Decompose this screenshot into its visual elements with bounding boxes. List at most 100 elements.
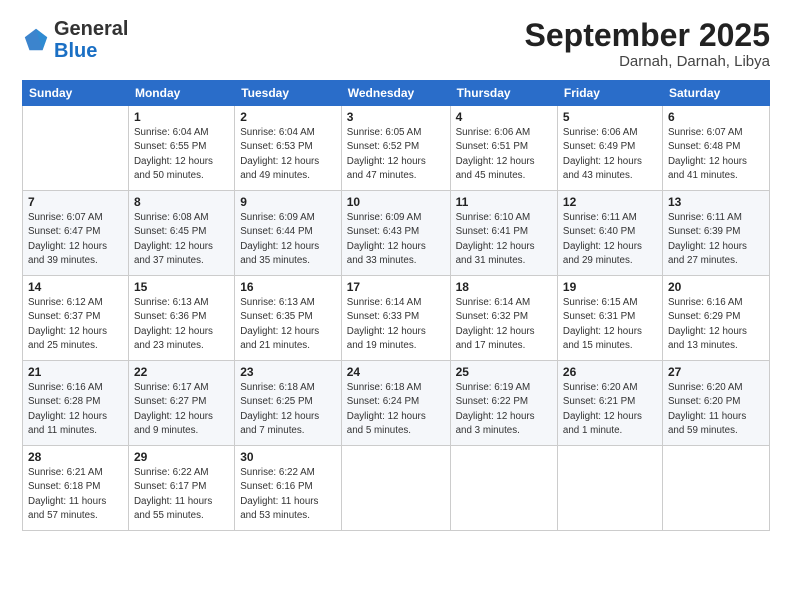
calendar-cell: 15 Sunrise: 6:13 AMSunset: 6:36 PMDayligh…: [128, 276, 234, 361]
day-info: Sunrise: 6:15 AMSunset: 6:31 PMDaylight:…: [563, 296, 657, 353]
calendar-cell: [341, 446, 450, 531]
day-info: Sunrise: 6:10 AMSunset: 6:41 PMDaylight:…: [456, 211, 552, 268]
day-number: 1: [134, 110, 229, 124]
day-number: 8: [134, 195, 229, 209]
day-number: 16: [240, 280, 336, 294]
day-info: Sunrise: 6:08 AMSunset: 6:45 PMDaylight:…: [134, 211, 229, 268]
weekday-header-thursday: Thursday: [450, 81, 557, 106]
day-number: 11: [456, 195, 552, 209]
day-info: Sunrise: 6:20 AMSunset: 6:20 PMDaylight:…: [668, 381, 764, 438]
calendar-cell: 8 Sunrise: 6:08 AMSunset: 6:45 PMDaylight…: [128, 191, 234, 276]
weekday-header-tuesday: Tuesday: [235, 81, 342, 106]
page: General Blue September 2025 Darnah, Darn…: [0, 0, 792, 612]
calendar-cell: 21 Sunrise: 6:16 AMSunset: 6:28 PMDayligh…: [23, 361, 129, 446]
day-info: Sunrise: 6:09 AMSunset: 6:44 PMDaylight:…: [240, 211, 336, 268]
day-number: 24: [347, 365, 445, 379]
day-info: Sunrise: 6:13 AMSunset: 6:36 PMDaylight:…: [134, 296, 229, 353]
day-info: Sunrise: 6:14 AMSunset: 6:33 PMDaylight:…: [347, 296, 445, 353]
day-info: Sunrise: 6:21 AMSunset: 6:18 PMDaylight:…: [28, 466, 123, 523]
weekday-header-saturday: Saturday: [662, 81, 769, 106]
day-number: 9: [240, 195, 336, 209]
day-number: 4: [456, 110, 552, 124]
calendar-cell: 23 Sunrise: 6:18 AMSunset: 6:25 PMDayligh…: [235, 361, 342, 446]
calendar-cell: 17 Sunrise: 6:14 AMSunset: 6:33 PMDayligh…: [341, 276, 450, 361]
day-number: 29: [134, 450, 229, 464]
calendar-cell: 28 Sunrise: 6:21 AMSunset: 6:18 PMDayligh…: [23, 446, 129, 531]
day-info: Sunrise: 6:11 AMSunset: 6:39 PMDaylight:…: [668, 211, 764, 268]
calendar-cell: 4 Sunrise: 6:06 AMSunset: 6:51 PMDaylight…: [450, 106, 557, 191]
title-location: Darnah, Darnah, Libya: [525, 53, 770, 70]
calendar-cell: 20Sunrise: 6:16 AMSunset: 6:29 PMDayligh…: [662, 276, 769, 361]
day-info: Sunrise: 6:06 AMSunset: 6:51 PMDaylight:…: [456, 126, 552, 183]
calendar-cell: [450, 446, 557, 531]
day-info: Sunrise: 6:07 AMSunset: 6:47 PMDaylight:…: [28, 211, 123, 268]
day-number: 23: [240, 365, 336, 379]
day-number: 21: [28, 365, 123, 379]
calendar-cell: 2 Sunrise: 6:04 AMSunset: 6:53 PMDaylight…: [235, 106, 342, 191]
calendar-cell: 9 Sunrise: 6:09 AMSunset: 6:44 PMDaylight…: [235, 191, 342, 276]
day-number: 18: [456, 280, 552, 294]
day-number: 27: [668, 365, 764, 379]
title-month: September 2025: [525, 18, 770, 53]
calendar-cell: 22Sunrise: 6:17 AMSunset: 6:27 PMDayligh…: [128, 361, 234, 446]
calendar-cell: 18 Sunrise: 6:14 AMSunset: 6:32 PMDayligh…: [450, 276, 557, 361]
weekday-header-wednesday: Wednesday: [341, 81, 450, 106]
calendar-week-5: 28 Sunrise: 6:21 AMSunset: 6:18 PMDayligh…: [23, 446, 770, 531]
day-number: 7: [28, 195, 123, 209]
calendar-cell: 10Sunrise: 6:09 AMSunset: 6:43 PMDayligh…: [341, 191, 450, 276]
calendar-cell: [557, 446, 662, 531]
day-info: Sunrise: 6:16 AMSunset: 6:29 PMDaylight:…: [668, 296, 764, 353]
calendar-cell: 30Sunrise: 6:22 AMSunset: 6:16 PMDayligh…: [235, 446, 342, 531]
calendar-cell: 24 Sunrise: 6:18 AMSunset: 6:24 PMDayligh…: [341, 361, 450, 446]
calendar-cell: 1Sunrise: 6:04 AMSunset: 6:55 PMDaylight…: [128, 106, 234, 191]
day-info: Sunrise: 6:13 AMSunset: 6:35 PMDaylight:…: [240, 296, 336, 353]
calendar-cell: 5 Sunrise: 6:06 AMSunset: 6:49 PMDaylight…: [557, 106, 662, 191]
logo-icon: [22, 26, 50, 54]
day-info: Sunrise: 6:04 AMSunset: 6:53 PMDaylight:…: [240, 126, 336, 183]
day-number: 17: [347, 280, 445, 294]
day-info: Sunrise: 6:16 AMSunset: 6:28 PMDaylight:…: [28, 381, 123, 438]
day-info: Sunrise: 6:07 AMSunset: 6:48 PMDaylight:…: [668, 126, 764, 183]
title-block: September 2025 Darnah, Darnah, Libya: [525, 18, 770, 70]
day-number: 13: [668, 195, 764, 209]
day-info: Sunrise: 6:14 AMSunset: 6:32 PMDaylight:…: [456, 296, 552, 353]
calendar-cell: 26Sunrise: 6:20 AMSunset: 6:21 PMDayligh…: [557, 361, 662, 446]
day-number: 6: [668, 110, 764, 124]
day-number: 2: [240, 110, 336, 124]
calendar-cell: 12 Sunrise: 6:11 AMSunset: 6:40 PMDayligh…: [557, 191, 662, 276]
calendar-week-3: 14Sunrise: 6:12 AMSunset: 6:37 PMDayligh…: [23, 276, 770, 361]
calendar-cell: 25Sunrise: 6:19 AMSunset: 6:22 PMDayligh…: [450, 361, 557, 446]
logo-blue-text: Blue: [54, 40, 97, 62]
calendar-table: SundayMondayTuesdayWednesdayThursdayFrid…: [22, 80, 770, 531]
calendar-cell: 3Sunrise: 6:05 AMSunset: 6:52 PMDaylight…: [341, 106, 450, 191]
day-number: 15: [134, 280, 229, 294]
day-info: Sunrise: 6:18 AMSunset: 6:25 PMDaylight:…: [240, 381, 336, 438]
day-number: 19: [563, 280, 657, 294]
day-info: Sunrise: 6:06 AMSunset: 6:49 PMDaylight:…: [563, 126, 657, 183]
day-number: 25: [456, 365, 552, 379]
calendar-cell: 29 Sunrise: 6:22 AMSunset: 6:17 PMDayligh…: [128, 446, 234, 531]
calendar-cell: [662, 446, 769, 531]
day-number: 3: [347, 110, 445, 124]
calendar-cell: [23, 106, 129, 191]
day-info: Sunrise: 6:18 AMSunset: 6:24 PMDaylight:…: [347, 381, 445, 438]
calendar-week-1: 1Sunrise: 6:04 AMSunset: 6:55 PMDaylight…: [23, 106, 770, 191]
day-info: Sunrise: 6:22 AMSunset: 6:17 PMDaylight:…: [134, 466, 229, 523]
day-info: Sunrise: 6:17 AMSunset: 6:27 PMDaylight:…: [134, 381, 229, 438]
logo-text: General Blue: [54, 18, 128, 62]
calendar-cell: 13 Sunrise: 6:11 AMSunset: 6:39 PMDayligh…: [662, 191, 769, 276]
calendar-week-2: 7 Sunrise: 6:07 AMSunset: 6:47 PMDaylight…: [23, 191, 770, 276]
calendar-header-row: SundayMondayTuesdayWednesdayThursdayFrid…: [23, 81, 770, 106]
calendar-cell: 11 Sunrise: 6:10 AMSunset: 6:41 PMDayligh…: [450, 191, 557, 276]
day-info: Sunrise: 6:11 AMSunset: 6:40 PMDaylight:…: [563, 211, 657, 268]
calendar-cell: 7 Sunrise: 6:07 AMSunset: 6:47 PMDaylight…: [23, 191, 129, 276]
day-number: 12: [563, 195, 657, 209]
day-number: 26: [563, 365, 657, 379]
header: General Blue September 2025 Darnah, Darn…: [22, 18, 770, 70]
calendar-cell: 19 Sunrise: 6:15 AMSunset: 6:31 PMDayligh…: [557, 276, 662, 361]
day-number: 10: [347, 195, 445, 209]
day-info: Sunrise: 6:12 AMSunset: 6:37 PMDaylight:…: [28, 296, 123, 353]
weekday-header-friday: Friday: [557, 81, 662, 106]
day-number: 5: [563, 110, 657, 124]
day-number: 28: [28, 450, 123, 464]
